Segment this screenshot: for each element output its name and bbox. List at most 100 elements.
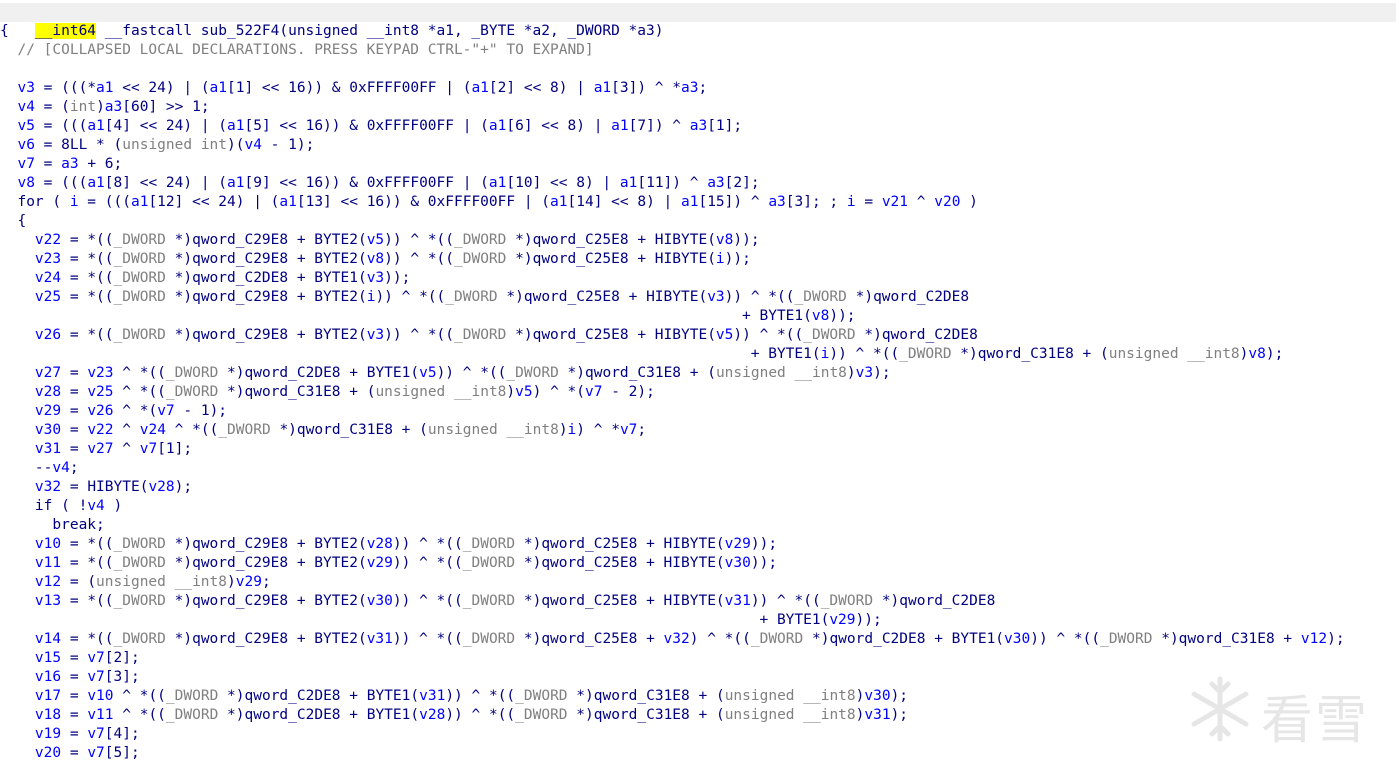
code-identifier: v8: [811, 308, 830, 324]
code-line[interactable]: for ( i = (((a1[12] << 24) | (a1[13] << …: [0, 193, 977, 212]
code-line[interactable]: v11 = *((_DWORD *)qword_C29E8 + BYTE2(v2…: [0, 554, 777, 573]
code-line[interactable]: v27 = v23 ^ *((_DWORD *)qword_C2DE8 + BY…: [0, 364, 891, 383]
code-identifier: v7: [139, 441, 158, 457]
code-token: unsigned int: [122, 137, 228, 153]
code-token: [5];: [104, 745, 140, 761]
code-line[interactable]: v28 = v25 ^ *((_DWORD *)qword_C31E8 + (u…: [0, 383, 655, 402]
code-line[interactable]: v14 = *((_DWORD *)qword_C29E8 + BYTE2(v3…: [0, 630, 1345, 649]
code-line[interactable]: if ( !v4 ): [0, 497, 122, 516]
code-identifier: v8: [366, 251, 385, 267]
code-line[interactable]: v26 = *((_DWORD *)qword_C29E8 + BYTE2(v3…: [0, 326, 978, 345]
code-token: ));: [855, 612, 882, 628]
code-identifier: v3: [707, 289, 725, 305]
code-token: ^ *((: [113, 365, 166, 381]
code-token: *)qword_C2DE8 + BYTE1(: [218, 688, 420, 704]
code-token: unsigned __int8: [715, 365, 847, 381]
code-line[interactable]: --v4;: [0, 459, 79, 478]
code-token: *)qword_C2DE8 + BYTE1(: [803, 631, 1005, 647]
code-identifier: v18: [34, 707, 62, 723]
code-token: ): [227, 574, 236, 590]
code-token: _DWORD: [454, 232, 507, 248]
code-line[interactable]: v8 = (((a1[8] << 24) | (a1[9] << 16)) & …: [0, 174, 760, 193]
code-token: [2];: [724, 175, 760, 191]
code-line[interactable]: v12 = (unsigned __int8)v29;: [0, 573, 271, 592]
code-identifier: v31: [864, 707, 891, 723]
code-identifier: a1: [130, 194, 149, 210]
code-line[interactable]: v10 = *((_DWORD *)qword_C29E8 + BYTE2(v2…: [0, 535, 777, 554]
code-token: _DWORD: [165, 384, 219, 400]
code-line[interactable]: v32 = HIBYTE(v28);: [0, 478, 192, 497]
code-token: *)qword_C25E8 + HIBYTE(: [506, 232, 716, 248]
code-token: = *((: [61, 536, 114, 552]
code-token: ^: [113, 441, 140, 457]
code-line[interactable]: v17 = v10 ^ *((_DWORD *)qword_C2DE8 + BY…: [0, 687, 908, 706]
pseudocode-view[interactable]: __int64 __fastcall sub_522F4(unsigned __…: [0, 0, 1396, 770]
function-signature[interactable]: __int64 __fastcall sub_522F4(unsigned __…: [0, 3, 1396, 39]
code-identifier: v7: [87, 745, 105, 761]
code-line[interactable]: v22 = *((_DWORD *)qword_C29E8 + BYTE2(v5…: [0, 231, 760, 250]
code-identifier: v3: [17, 80, 35, 96]
code-token: = *((: [61, 270, 114, 286]
code-line[interactable]: v7 = a3 + 6;: [0, 155, 122, 174]
watermark: 看雪: [1185, 670, 1385, 751]
code-identifier: v11: [87, 707, 114, 723]
code-line[interactable]: v25 = *((_DWORD *)qword_C29E8 + BYTE2(i)…: [0, 288, 969, 307]
code-identifier: v7: [87, 726, 105, 742]
code-token: )) ^ *((: [392, 555, 463, 571]
code-line[interactable]: v13 = *((_DWORD *)qword_C29E8 + BYTE2(v3…: [0, 592, 995, 611]
code-identifier: v5: [419, 365, 437, 381]
code-token: [3]) ^ *: [611, 80, 681, 96]
code-line[interactable]: v31 = v27 ^ v7[1];: [0, 440, 192, 459]
code-token: [15]) ^: [698, 194, 769, 210]
code-token: *)qword_C25E8 + HIBYTE(: [506, 327, 716, 343]
code-token: ));: [724, 251, 751, 267]
code-line[interactable]: v23 = *((_DWORD *)qword_C29E8 + BYTE2(v8…: [0, 250, 751, 269]
code-token: [14] << 8) |: [567, 194, 681, 210]
code-line[interactable]: v29 = v26 ^ *(v7 - 1);: [0, 402, 227, 421]
code-line[interactable]: v4 = (int)a3[60] >> 1;: [0, 98, 209, 117]
code-token: [13] << 16)) & 0xFFFF00FF | (: [296, 194, 551, 210]
code-token: [10] << 8) |: [506, 175, 620, 191]
code-identifier: v8: [715, 232, 734, 248]
code-line[interactable]: v30 = v22 ^ v24 ^ *((_DWORD *)qword_C31E…: [0, 421, 646, 440]
code-line[interactable]: + BYTE1(v29));: [0, 611, 882, 630]
code-line[interactable]: v6 = 8LL * (unsigned int)(v4 - 1);: [0, 136, 314, 155]
code-identifier: a3: [61, 156, 79, 172]
return-type-highlight[interactable]: __int64: [34, 23, 97, 39]
code-line[interactable]: + BYTE1(i)) ^ *((_DWORD *)qword_C31E8 + …: [0, 345, 1284, 364]
code-token: + 6;: [78, 156, 123, 172]
code-token: + BYTE1(: [0, 346, 821, 362]
code-line[interactable]: v16 = v7[3];: [0, 668, 140, 687]
code-line[interactable]: break;: [0, 516, 104, 535]
code-token: *)qword_C31E8 + (: [218, 384, 376, 400]
code-line[interactable]: v3 = (((*a1 << 24) | (a1[1] << 16)) & 0x…: [0, 79, 707, 98]
code-identifier: a1: [550, 194, 568, 210]
code-token: =: [61, 726, 88, 742]
code-token: [8] << 24) | (: [104, 175, 228, 191]
code-token: _DWORD: [113, 232, 166, 248]
code-identifier: v26: [34, 327, 62, 343]
code-token: *)qword_C2DE8 + BYTE1(: [218, 365, 420, 381]
code-line[interactable]: v18 = v11 ^ *((_DWORD *)qword_C2DE8 + BY…: [0, 706, 908, 725]
code-line[interactable]: v19 = v7[4];: [0, 725, 140, 744]
code-token: for (: [0, 194, 70, 210]
code-token: *)qword_C31E8 + (: [558, 365, 716, 381]
code-line[interactable]: + BYTE1(v8));: [0, 307, 856, 326]
code-line[interactable]: {: [0, 212, 26, 231]
code-token: = *((: [61, 232, 114, 248]
code-token: [1];: [707, 118, 743, 134]
code-identifier: v7: [157, 403, 175, 419]
code-line[interactable]: v5 = (((a1[4] << 24) | (a1[5] << 16)) & …: [0, 117, 742, 136]
code-line[interactable]: {: [0, 22, 9, 41]
code-line[interactable]: v20 = v7[5];: [0, 744, 140, 763]
code-line[interactable]: // [COLLAPSED LOCAL DECLARATIONS. PRESS …: [0, 41, 593, 60]
code-line[interactable]: v15 = v7[2];: [0, 649, 140, 668]
code-identifier: v7: [87, 669, 105, 685]
code-line[interactable]: v24 = *((_DWORD *)qword_C2DE8 + BYTE1(v3…: [0, 269, 410, 288]
code-identifier: v27: [34, 365, 62, 381]
code-token: = *((: [61, 593, 114, 609]
code-identifier: a1: [619, 175, 638, 191]
code-identifier: i: [69, 194, 79, 210]
